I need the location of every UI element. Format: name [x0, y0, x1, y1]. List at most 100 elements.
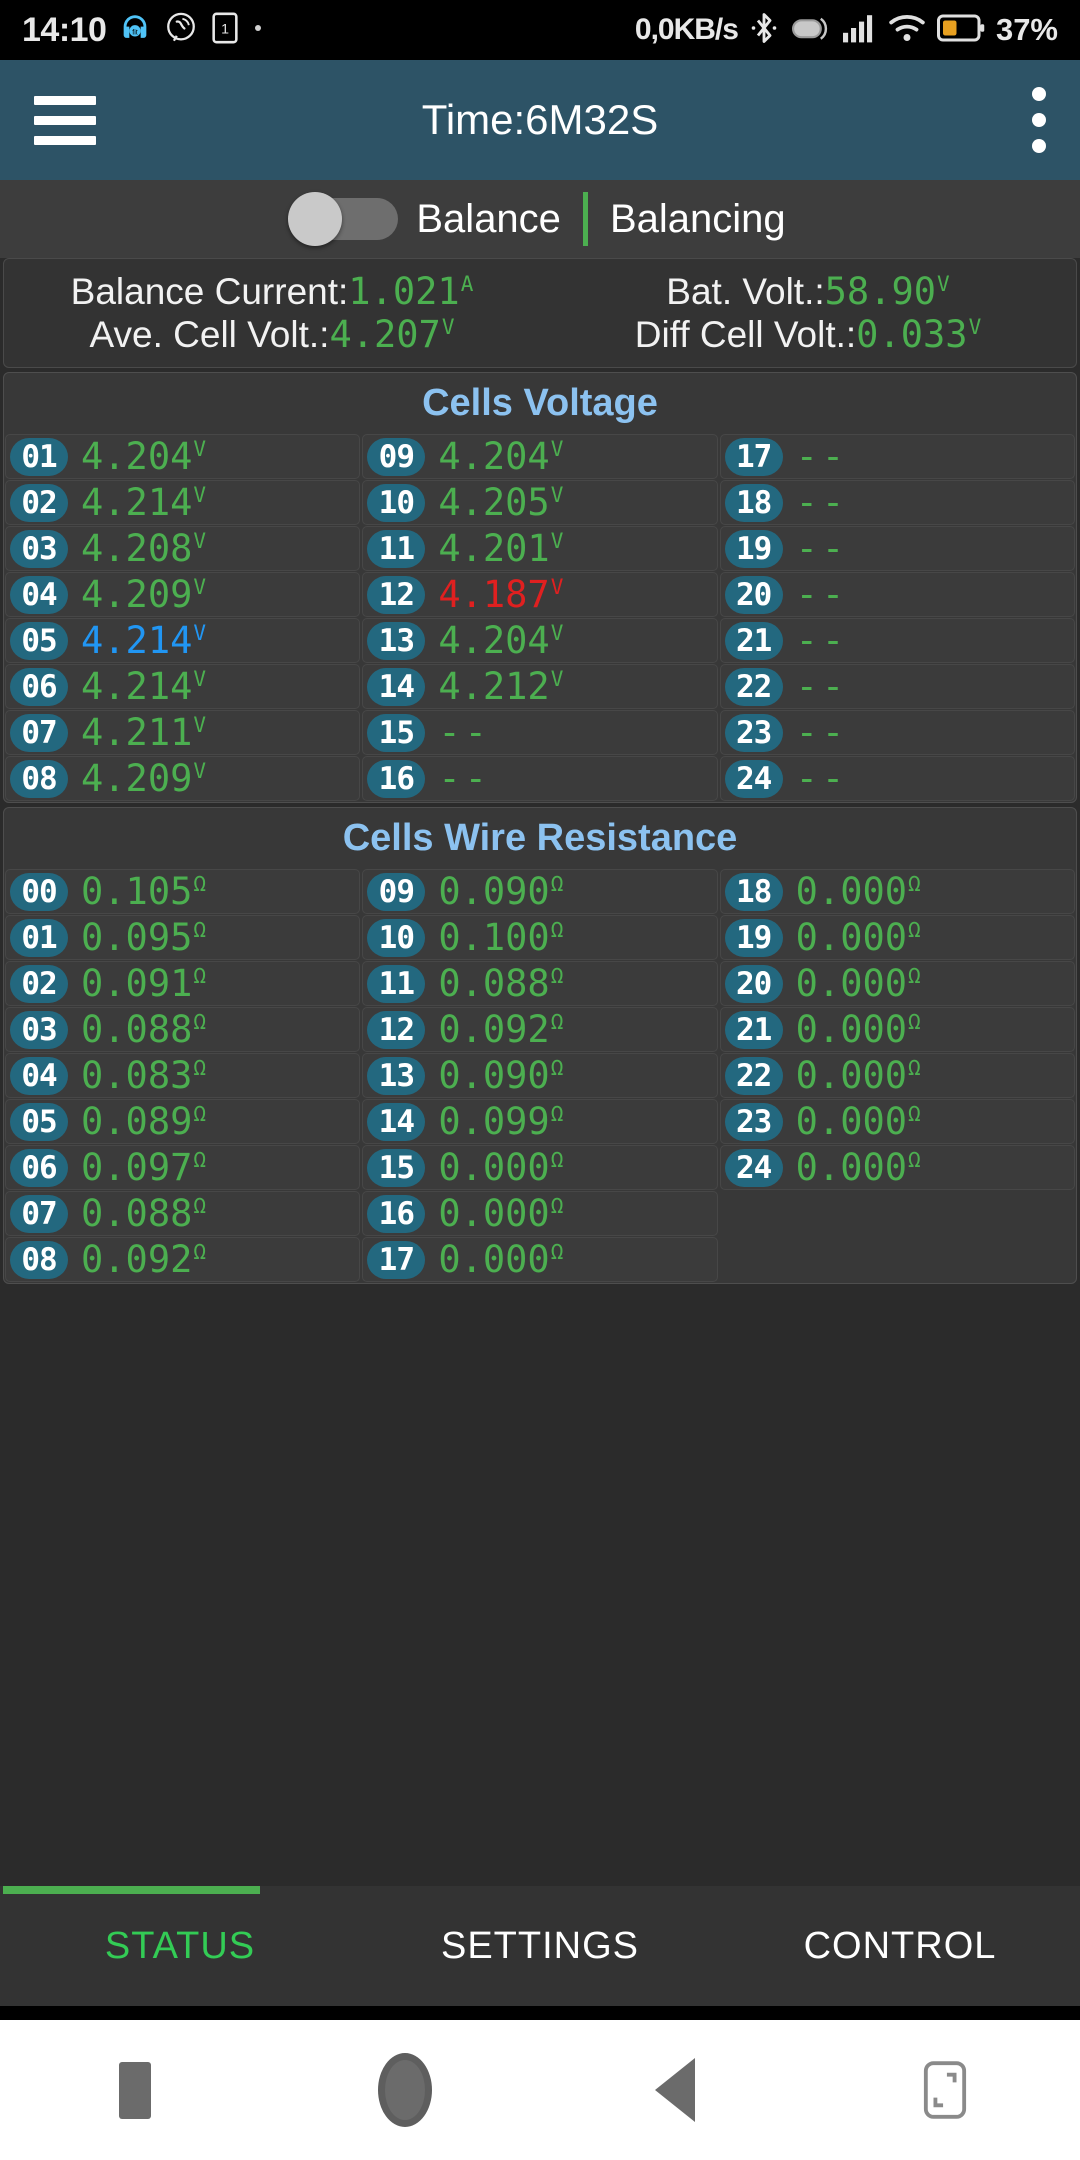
- tab-control[interactable]: CONTROL: [720, 1886, 1080, 2006]
- cell-row: 14 4.212 V: [362, 664, 718, 709]
- cell-row: 17 --: [719, 434, 1075, 479]
- cell-column: 09 0.090 Ω 10 0.100 Ω 11 0.088 Ω 12 0.092 Ω 13 0.090 Ω…: [361, 868, 718, 1283]
- cell-index-badge: 01: [10, 437, 68, 476]
- phone-screen: 14:10 fit 1 0,0KB/s 37% Time:6M32S Balan…: [0, 0, 1080, 2160]
- cell-index-badge: 15: [367, 713, 426, 752]
- battery-percent-label: 37%: [995, 12, 1058, 47]
- cell-value-unit: V: [550, 437, 564, 461]
- cell-index-badge: 08: [10, 1240, 68, 1279]
- cell-index-badge: 19: [724, 918, 783, 957]
- cell-row: 18 --: [719, 480, 1075, 525]
- cell-index-badge: 20: [724, 964, 783, 1003]
- cell-row: 05 0.089 Ω: [5, 1099, 361, 1144]
- cell-value: 0.083 Ω: [81, 1054, 207, 1097]
- cell-value: --: [795, 527, 849, 570]
- cell-row-empty: [720, 1191, 1075, 1236]
- cell-value-unit: Ω: [908, 964, 921, 988]
- cell-value: --: [795, 619, 849, 662]
- cell-value-unit: V: [550, 529, 564, 553]
- cell-row: 19 0.000 Ω: [719, 915, 1075, 960]
- cell-value: 4.204 V: [438, 435, 564, 478]
- home-icon[interactable]: [270, 2053, 540, 2127]
- recents-icon[interactable]: [0, 2061, 270, 2119]
- summary-row-1: Balance Current: 1.021 A Bat. Volt.: 58.…: [4, 270, 1076, 313]
- cell-row: 18 0.000 Ω: [719, 869, 1075, 914]
- cell-value: 4.208 V: [81, 527, 207, 570]
- cell-value: 0.105 Ω: [81, 870, 207, 913]
- back-icon[interactable]: [540, 2058, 810, 2122]
- cells-voltage-grid: 01 4.204 V 02 4.214 V 03 4.208 V 04 4.209 V 05 4.214 V…: [4, 433, 1076, 802]
- cell-row: 01 0.095 Ω: [5, 915, 361, 960]
- cell-index-badge: 18: [724, 872, 783, 911]
- signal-icon: [841, 12, 877, 49]
- cell-value: --: [795, 481, 849, 524]
- cell-index-badge: 14: [367, 1102, 426, 1141]
- balance-current-label: Balance Current:: [70, 271, 349, 312]
- cell-value-unit: Ω: [908, 1010, 921, 1034]
- kebab-menu-icon[interactable]: [1032, 87, 1046, 153]
- cell-row: 23 0.000 Ω: [719, 1099, 1075, 1144]
- cell-index-badge: 04: [10, 1056, 68, 1095]
- tab-settings[interactable]: SETTINGS: [360, 1886, 720, 2006]
- cell-index-badge: 00: [10, 872, 68, 911]
- cell-value-unit: V: [550, 667, 564, 691]
- cell-value: 0.000 Ω: [795, 916, 921, 959]
- balance-toggle-row: Balance Balancing: [0, 180, 1080, 258]
- cells-voltage-panel: Cells Voltage 01 4.204 V 02 4.214 V 03 4.208 V 04…: [3, 372, 1077, 803]
- cell-row: 22 0.000 Ω: [719, 1053, 1075, 1098]
- cell-value: 4.204 V: [438, 619, 564, 662]
- data-saver-icon: [790, 11, 830, 50]
- cell-value: 0.000 Ω: [795, 962, 921, 1005]
- hamburger-menu-icon[interactable]: [34, 95, 96, 145]
- cell-value-unit: Ω: [193, 1056, 207, 1080]
- cell-value-unit: Ω: [550, 1010, 564, 1034]
- cell-index-badge: 19: [724, 529, 783, 568]
- tab-status[interactable]: STATUS: [0, 1886, 360, 2006]
- balance-toggle-switch[interactable]: [288, 192, 399, 246]
- cell-column: 17 -- 18 -- 19 -- 20 -- 21 -- 22 -- 23 -- 24 --: [719, 433, 1076, 802]
- balance-current-unit: A: [460, 272, 474, 296]
- cell-index-badge: 21: [724, 1010, 783, 1049]
- cell-row: 05 4.214 V: [5, 618, 361, 663]
- bat-volt-value: 58.90: [824, 270, 937, 313]
- cell-index-badge: 24: [724, 1148, 783, 1187]
- svg-text:fit: fit: [133, 28, 139, 36]
- cell-value-unit: Ω: [550, 872, 564, 896]
- cell-index-badge: 16: [367, 1194, 426, 1233]
- cell-value: 0.000 Ω: [438, 1146, 564, 1189]
- cell-value: 0.000 Ω: [795, 1146, 921, 1189]
- toggle-knob: [288, 192, 343, 246]
- android-status-bar: 14:10 fit 1 0,0KB/s 37%: [0, 0, 1080, 60]
- ave-cell-volt-value: 4.207: [329, 313, 441, 356]
- cell-row: 04 0.083 Ω: [5, 1053, 361, 1098]
- cell-value: 0.090 Ω: [438, 1054, 564, 1097]
- cell-value: 0.099 Ω: [438, 1100, 564, 1143]
- bat-volt-unit: V: [937, 272, 950, 296]
- cell-value: 4.201 V: [438, 527, 564, 570]
- cell-row: 14 0.099 Ω: [362, 1099, 718, 1144]
- cell-row: 09 4.204 V: [362, 434, 718, 479]
- cell-value: 0.000 Ω: [795, 1100, 921, 1143]
- cell-value-unit: Ω: [550, 964, 564, 988]
- cell-column: 01 4.204 V 02 4.214 V 03 4.208 V 04 4.209 V 05 4.214 V…: [4, 433, 361, 802]
- cell-row: 10 4.205 V: [362, 480, 718, 525]
- bat-volt-label: Bat. Volt.:: [666, 271, 825, 312]
- cell-value-unit: V: [193, 759, 207, 783]
- cell-index-badge: 05: [10, 1102, 68, 1141]
- headphones-icon: fit: [118, 11, 152, 50]
- cell-row: 19 --: [719, 526, 1075, 571]
- cell-index-badge: 06: [10, 667, 68, 706]
- cell-value: --: [795, 573, 849, 616]
- cell-value-unit: Ω: [550, 1194, 564, 1218]
- cell-row: 04 4.209 V: [5, 572, 361, 617]
- summary-panel: Balance Current: 1.021 A Bat. Volt.: 58.…: [3, 258, 1077, 368]
- bottom-tab-bar: STATUS SETTINGS CONTROL: [0, 1886, 1080, 2006]
- split-screen-icon[interactable]: [810, 2059, 1080, 2121]
- battery-icon: [936, 13, 985, 48]
- cell-value-unit: V: [193, 621, 207, 645]
- cell-value-unit: V: [550, 621, 564, 645]
- cell-index-badge: 03: [10, 529, 68, 568]
- cell-row: 07 4.211 V: [5, 710, 361, 755]
- cell-value: 0.095 Ω: [81, 916, 207, 959]
- cell-value: 4.214 V: [81, 481, 207, 524]
